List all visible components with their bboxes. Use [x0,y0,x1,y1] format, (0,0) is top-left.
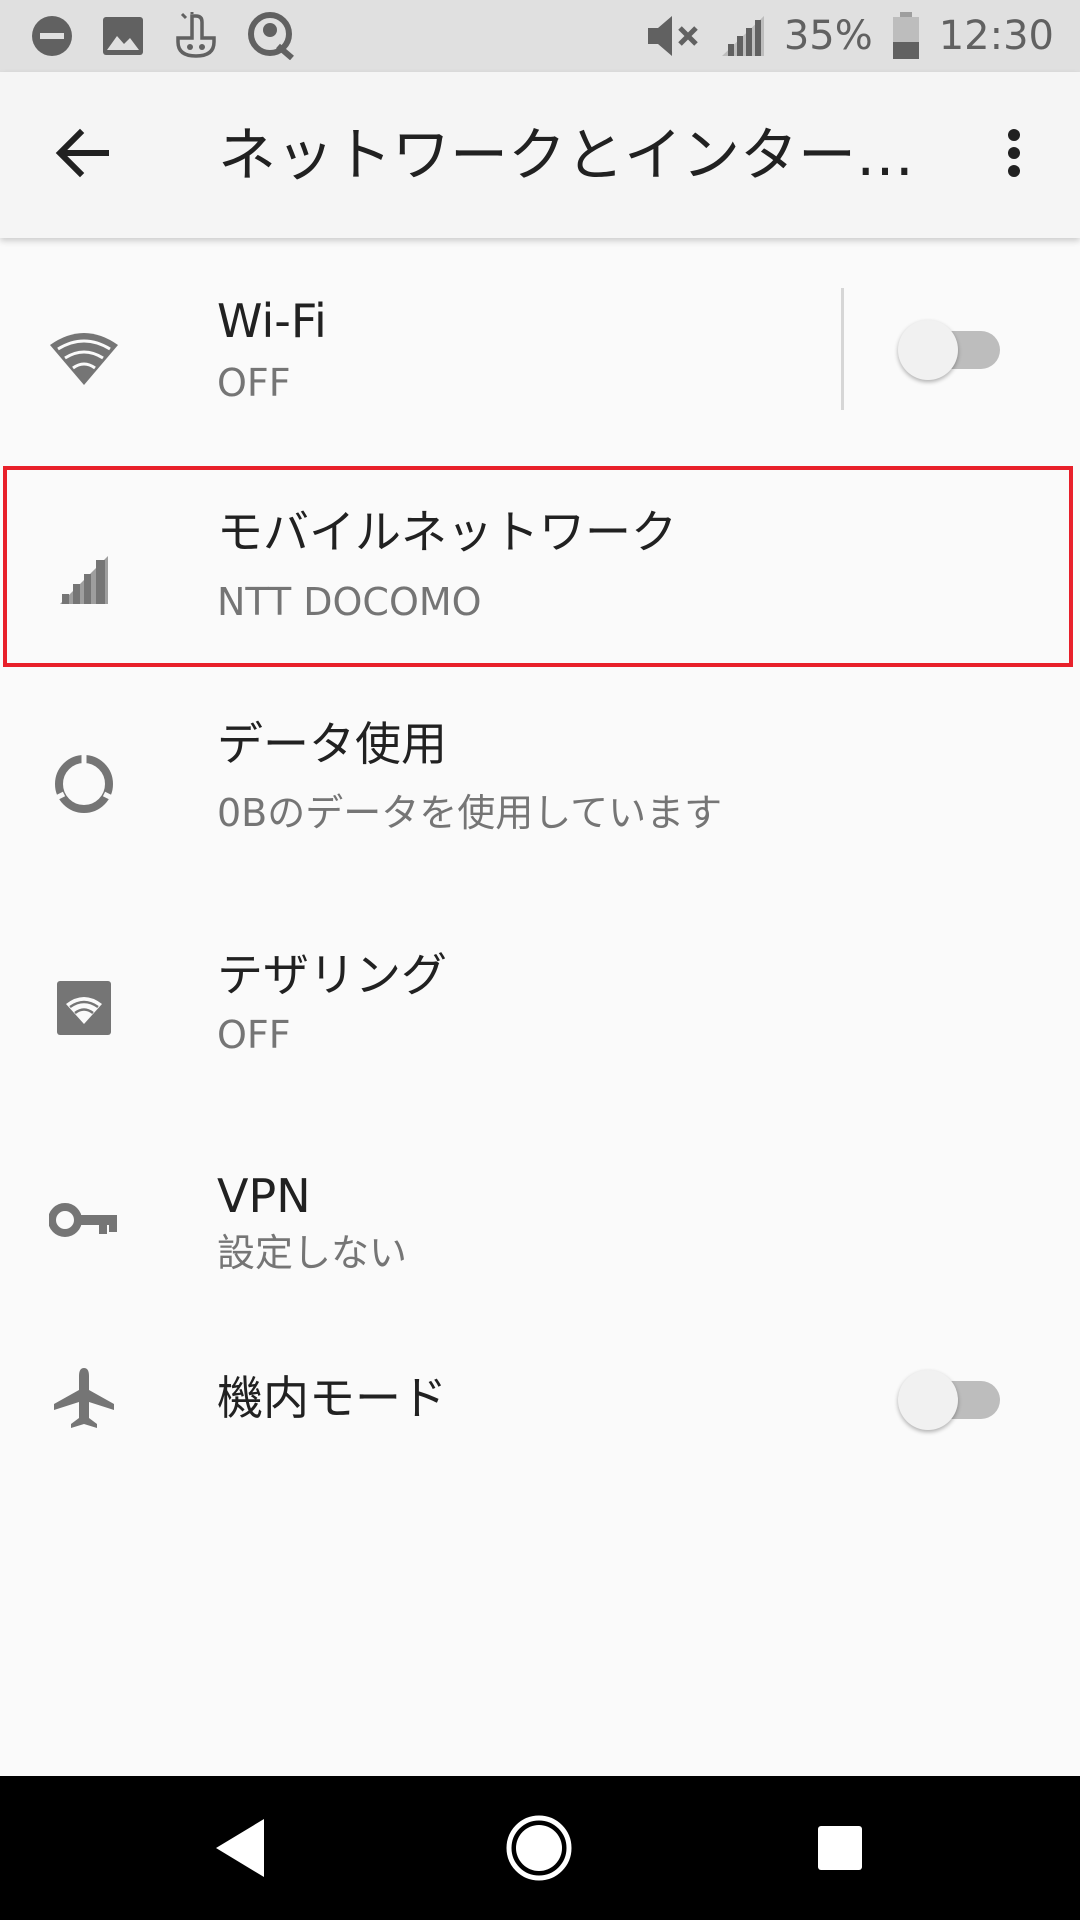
status-time: 12:30 [938,13,1054,59]
navigation-bar [0,1776,1080,1920]
data-usage-icon [46,746,122,822]
list-item-tethering[interactable]: テザリング OFF [0,890,1080,1110]
nav-back-button[interactable] [190,1800,290,1900]
list-item-airplane-mode[interactable]: 機内モード [0,1330,1080,1470]
wifi-icon [46,320,122,396]
airplane-icon [46,1360,122,1436]
status-bar-right: 35% 12:30 [646,10,1054,62]
app-bar: ネットワークとインター… [0,72,1080,238]
data-usage-title: データ使用 [217,717,447,771]
app-notification-icon [172,12,220,60]
vpn-key-icon [46,1182,122,1258]
sync-icon [248,12,296,60]
page-title: ネットワークとインター… [218,121,915,189]
hotspot-icon [46,970,122,1046]
airplane-mode-title: 機内モード [217,1371,447,1425]
tethering-title: テザリング [217,948,447,1002]
more-vert-icon [1006,128,1022,182]
tethering-status: OFF [217,1013,291,1057]
signal-icon [720,14,766,58]
list-item-data-usage[interactable]: データ使用 0Bのデータを使用しています [0,670,1080,890]
list-item-vpn[interactable]: VPN 設定しない [0,1110,1080,1330]
vpn-status: 設定しない [217,1231,408,1275]
highlight-box [3,466,1073,667]
back-button[interactable] [34,107,130,203]
arrow-left-icon [54,128,110,182]
toggle-thumb [898,1370,958,1430]
airplane-mode-toggle[interactable] [898,1358,1002,1442]
wifi-title: Wi-Fi [217,294,327,348]
battery-icon [891,12,921,60]
status-bar: 35% 12:30 [0,0,1080,72]
mute-icon [646,14,702,58]
data-usage-summary: 0Bのデータを使用しています [217,791,723,835]
nav-back-icon [212,1817,268,1883]
image-icon [102,16,144,56]
nav-recents-button[interactable] [790,1800,890,1900]
nav-recents-icon [816,1824,864,1876]
nav-home-button[interactable] [489,1800,589,1900]
more-options-button[interactable] [978,107,1050,203]
toggle-thumb [898,320,958,380]
battery-percent: 35% [783,13,873,59]
nav-home-icon [504,1813,574,1887]
wifi-toggle[interactable] [898,308,1002,392]
list-item-wifi[interactable]: Wi-Fi OFF [0,238,1080,463]
screen: 35% 12:30 ネットワークとインター… Wi-Fi OFF モバイルネット… [0,0,1080,1920]
vertical-divider [841,288,844,410]
do-not-disturb-icon [30,14,74,58]
status-bar-left [30,12,296,60]
wifi-status: OFF [217,361,291,405]
vpn-title: VPN [217,1169,311,1223]
